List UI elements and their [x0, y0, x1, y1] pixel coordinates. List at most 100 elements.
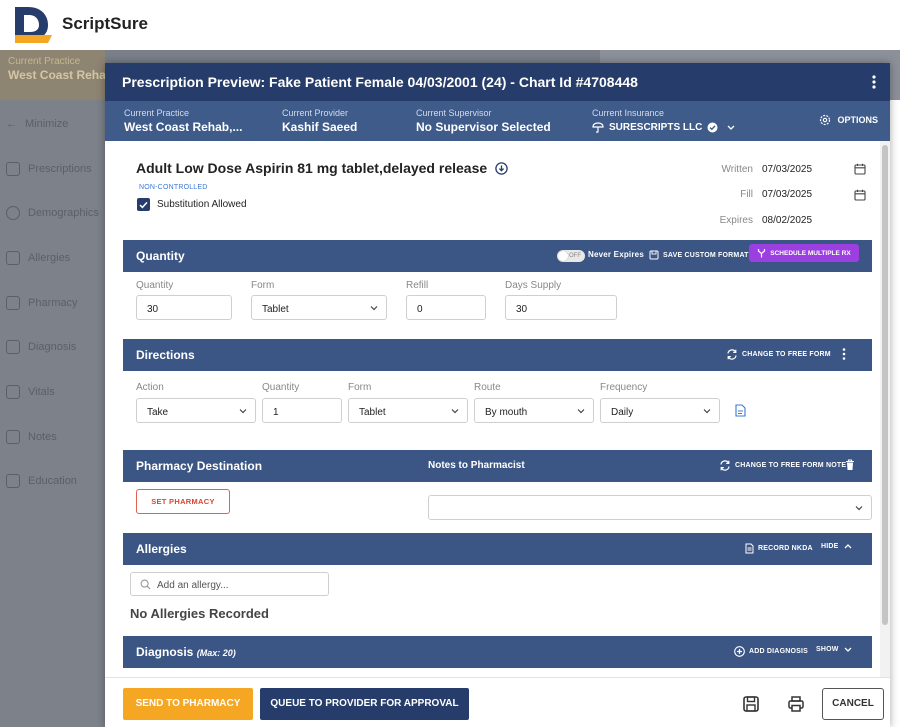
calendar-icon[interactable] [854, 189, 866, 201]
frequency-select-value: Daily [611, 407, 634, 418]
save-icon[interactable] [741, 694, 761, 714]
substitution-checkbox[interactable]: Substitution Allowed [137, 198, 247, 211]
add-diagnosis-label: ADD DIAGNOSIS [749, 648, 808, 655]
substitution-label: Substitution Allowed [157, 199, 247, 210]
directions-section-title: Directions [136, 348, 195, 362]
search-icon [140, 579, 151, 590]
options-button[interactable]: OPTIONS [819, 114, 878, 126]
modal-header: Prescription Preview: Fake Patient Femal… [105, 63, 890, 101]
trash-icon[interactable] [845, 459, 855, 471]
gear-icon [820, 114, 831, 126]
direction-form-value: Tablet [359, 407, 386, 418]
action-select-value: Take [147, 407, 169, 418]
action-label: Action [136, 382, 164, 393]
diagnosis-title-text: Diagnosis [136, 645, 194, 659]
days-supply-input[interactable]: 30 [505, 295, 617, 320]
change-to-free-form-label: CHANGE TO FREE FORM [742, 351, 831, 358]
insurance-selector[interactable]: SURESCRIPTS LLC [592, 122, 737, 133]
schedule-badge: NON-CONTROLLED [139, 184, 208, 191]
written-date[interactable]: 07/03/2025 [762, 164, 812, 175]
practice-label: Current Practice [124, 108, 190, 118]
calendar-icon[interactable] [854, 163, 866, 175]
scrollbar-thumb[interactable] [882, 145, 888, 625]
change-to-free-form-note-label: CHANGE TO FREE FORM NOTE [735, 462, 847, 469]
checkbox-checked-icon[interactable] [137, 198, 150, 211]
refill-input[interactable]: 0 [406, 295, 486, 320]
hide-label: HIDE [821, 543, 839, 550]
prescription-preview-modal: Prescription Preview: Fake Patient Femal… [105, 63, 890, 727]
fork-icon [758, 249, 766, 258]
fill-label: Fill [740, 189, 753, 200]
show-label: SHOW [816, 646, 839, 653]
days-supply-label: Days Supply [505, 280, 562, 291]
save-custom-format-label: SAVE CUSTOM FORMAT [663, 251, 749, 259]
form-select-value: Tablet [262, 304, 289, 315]
quantity-input[interactable]: 30 [136, 295, 232, 320]
save-icon [649, 250, 659, 260]
show-diagnosis-button[interactable]: SHOW [816, 646, 853, 653]
diagnosis-section-title: Diagnosis (Max: 20) [136, 645, 236, 659]
directions-menu-icon[interactable] [841, 347, 847, 361]
fill-date[interactable]: 07/03/2025 [762, 189, 812, 200]
allergy-search-input[interactable]: Add an allergy... [130, 572, 329, 596]
direction-form-select[interactable]: Tablet [348, 398, 468, 423]
verified-check-icon [707, 122, 718, 133]
pharmacy-section-header: Pharmacy Destination Notes to Pharmacist… [123, 450, 872, 482]
provider-value[interactable]: Kashif Saeed [282, 120, 357, 134]
refill-label: Refill [406, 280, 429, 291]
direction-quantity-input[interactable]: 1 [262, 398, 342, 423]
background-practice-label: Current Practice [8, 56, 81, 67]
refresh-icon [727, 349, 737, 360]
background-nav-item: Vitals [6, 385, 55, 399]
supervisor-label: Current Supervisor [416, 108, 492, 118]
record-nkda-button[interactable]: RECORD NKDA [745, 543, 813, 554]
practice-value[interactable]: West Coast Rehab,... [124, 120, 242, 134]
action-select[interactable]: Take [136, 398, 256, 423]
drug-title: Adult Low Dose Aspirin 81 mg tablet,dela… [136, 160, 508, 176]
download-circle-icon[interactable] [495, 161, 508, 175]
diagnosis-max: (Max: 20) [196, 648, 236, 658]
change-to-free-form-note-button[interactable]: CHANGE TO FREE FORM NOTE [719, 460, 846, 471]
quantity-section-header: Quantity OFF Never Expires SAVE CUSTOM F… [123, 240, 872, 272]
notes-to-pharmacist-select[interactable] [428, 495, 872, 520]
expires-date: 08/02/2025 [762, 215, 813, 226]
save-custom-format-button[interactable]: SAVE CUSTOM FORMAT [649, 250, 749, 260]
schedule-multiple-rx-button[interactable]: SCHEDULE MULTIPLE RX [749, 244, 859, 262]
send-to-pharmacy-button[interactable]: SEND TO PHARMACY [123, 688, 253, 720]
add-diagnosis-button[interactable]: ADD DIAGNOSIS [734, 646, 808, 657]
hide-allergies-button[interactable]: HIDE [821, 543, 853, 550]
quantity-label: Quantity [136, 280, 174, 291]
modal-menu-icon[interactable] [866, 73, 882, 91]
document-edit-icon[interactable] [735, 404, 746, 417]
background-practice-value: West Coast Rehab [8, 68, 114, 82]
modal-title: Prescription Preview: Fake Patient Femal… [122, 74, 638, 90]
never-expires-toggle[interactable]: OFF [557, 250, 585, 262]
change-to-free-form-button[interactable]: CHANGE TO FREE FORM [726, 349, 831, 360]
chevron-up-icon [844, 544, 851, 549]
background-minimize: ← Minimize [6, 118, 69, 130]
direction-form-label: Form [348, 382, 372, 393]
queue-to-provider-button[interactable]: QUEUE TO PROVIDER FOR APPROVAL [260, 688, 469, 720]
insurance-value: SURESCRIPTS LLC [609, 122, 703, 133]
drug-name: Adult Low Dose Aspirin 81 mg tablet,dela… [136, 160, 488, 176]
print-icon[interactable] [786, 694, 806, 714]
supervisor-value[interactable]: No Supervisor Selected [416, 120, 551, 134]
frequency-select[interactable]: Daily [600, 398, 720, 423]
chevron-down-icon [703, 409, 711, 414]
background-sidebar: ← Minimize Prescriptions Demographics All… [0, 100, 105, 727]
cancel-button[interactable]: CANCEL [822, 688, 884, 720]
diagnosis-section-header: Diagnosis (Max: 20) ADD DIAGNOSIS SHOW [123, 636, 872, 668]
set-pharmacy-button[interactable]: SET PHARMACY [136, 489, 230, 514]
never-expires-label: Never Expires [588, 250, 644, 259]
written-label: Written [721, 164, 754, 175]
allergies-section-title: Allergies [136, 542, 187, 556]
form-select[interactable]: Tablet [251, 295, 387, 320]
document-icon [745, 543, 754, 554]
insurance-label: Current Insurance [592, 108, 665, 118]
chevron-down-icon [451, 409, 459, 414]
route-select[interactable]: By mouth [474, 398, 594, 423]
record-nkda-label: RECORD NKDA [758, 545, 813, 552]
umbrella-icon [592, 122, 604, 133]
expires-label: Expires [719, 215, 753, 226]
chevron-down-icon [577, 409, 585, 414]
